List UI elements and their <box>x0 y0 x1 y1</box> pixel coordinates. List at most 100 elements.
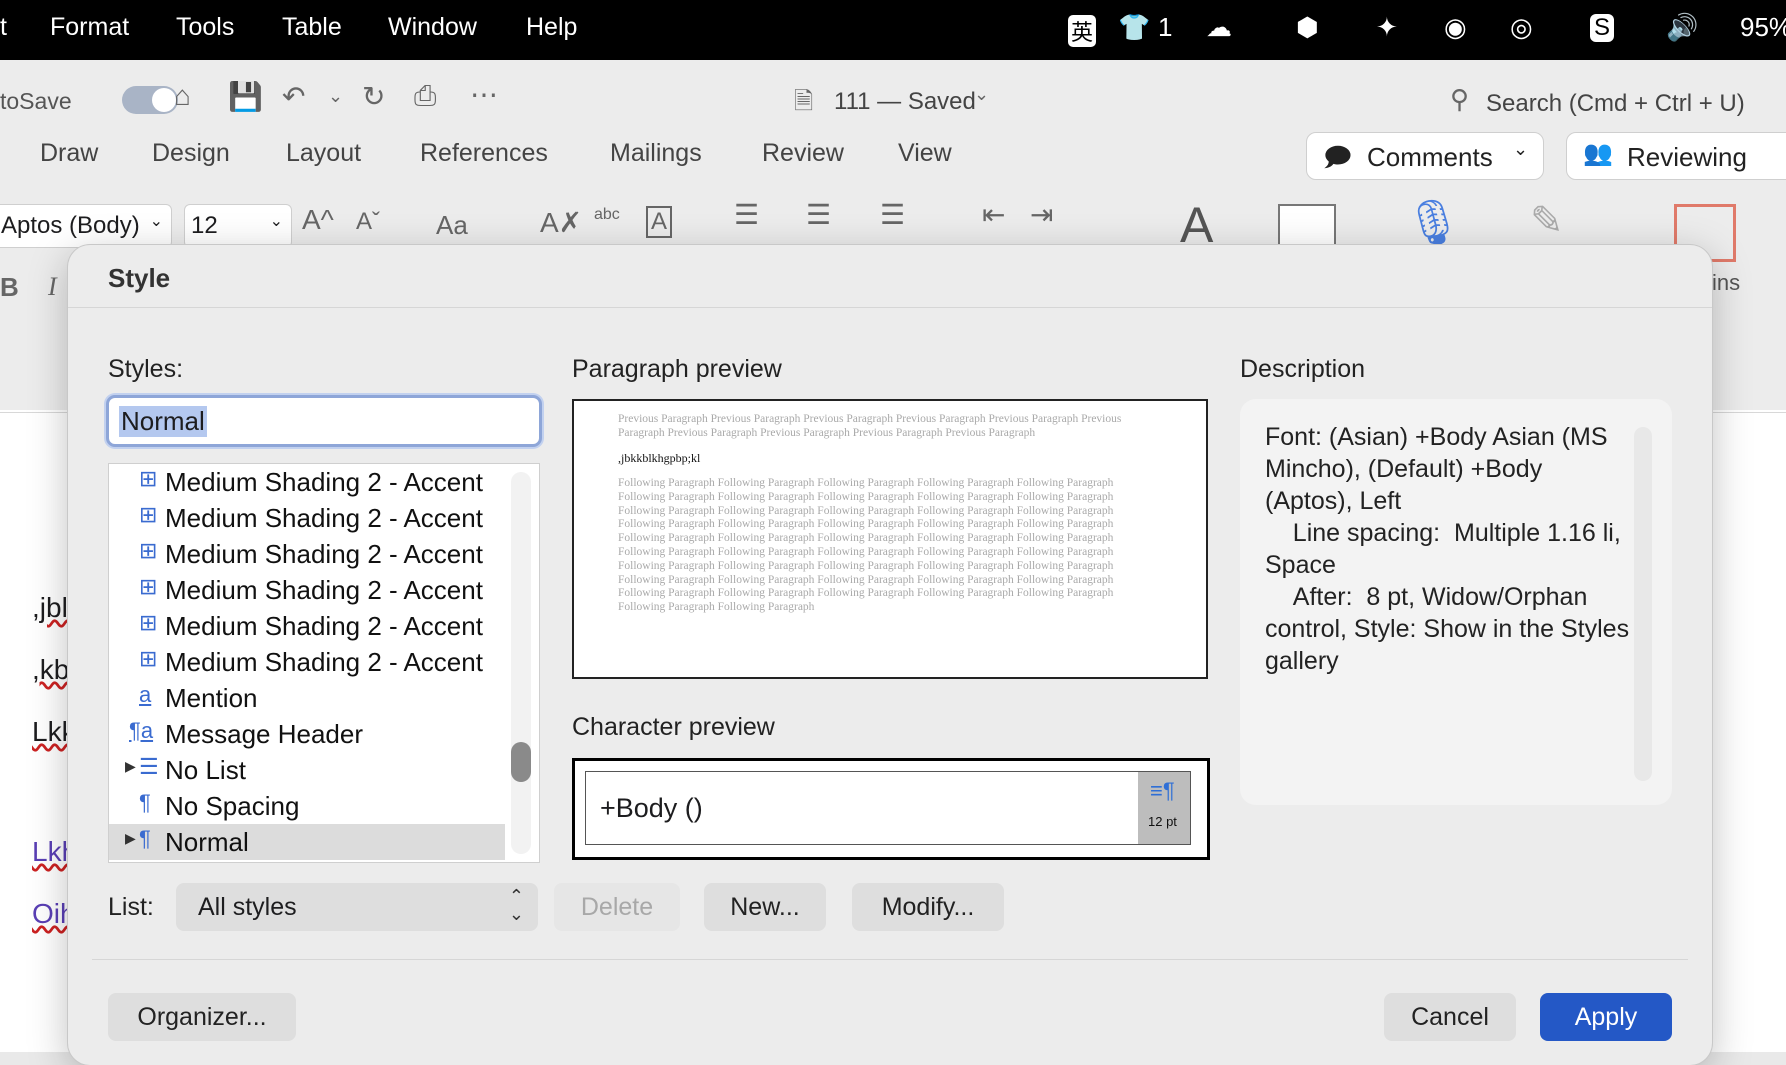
reviewing-button[interactable]: 👥 Reviewing <box>1566 132 1786 180</box>
menu-item-table[interactable]: Table <box>282 13 342 42</box>
menu-item-help[interactable]: Help <box>526 13 577 42</box>
list-item[interactable]: ⊞ Medium Shading 2 - Accent <box>109 572 505 608</box>
description-scrollbar[interactable] <box>1634 427 1652 781</box>
tab-design[interactable]: Design <box>152 139 230 168</box>
shirt-count: 1 <box>1158 12 1173 42</box>
decrease-indent-icon[interactable]: ⇤ <box>982 198 1005 231</box>
save-icon[interactable]: 💾 <box>228 80 263 113</box>
tab-review[interactable]: Review <box>762 139 844 168</box>
scrollbar-thumb[interactable] <box>511 742 531 782</box>
style-item-label: Mention <box>165 683 258 713</box>
clear-format-icon[interactable]: A✗ <box>540 206 582 239</box>
home-icon[interactable]: ⌂ <box>174 80 191 112</box>
input-method-icon[interactable]: 英 <box>1068 15 1097 47</box>
list-item[interactable]: ⊞ Medium Shading 2 - Accent <box>109 644 505 680</box>
chevron-down-icon[interactable]: ⌄ <box>328 86 343 107</box>
comments-label: Comments <box>1367 142 1493 172</box>
text-box-icon[interactable]: A <box>646 206 673 238</box>
s-app-icon[interactable]: S <box>1590 14 1615 42</box>
style-item-label: Medium Shading 2 - Accent <box>165 467 483 497</box>
table-style-icon: ⊞ <box>139 538 158 563</box>
chevron-down-icon: ⌄ <box>149 213 163 230</box>
undo-icon[interactable]: ↶ <box>282 80 305 113</box>
multilevel-list-icon[interactable]: ☰ <box>880 198 905 231</box>
comments-button[interactable]: 🗩 Comments ⌄ <box>1306 132 1544 180</box>
tab-view[interactable]: View <box>898 139 952 168</box>
list-item[interactable]: ⊞ Medium Shading 2 - Accent <box>109 464 505 500</box>
style-item-label: No List <box>165 755 246 785</box>
preview-following-text: Following Paragraph Following Paragraph … <box>618 477 1114 614</box>
editor-icon[interactable]: ✎ <box>1530 198 1564 244</box>
styles-list[interactable]: ⊞ Medium Shading 2 - Accent ⊞ Medium Shadi… <box>108 463 540 863</box>
bold-button[interactable]: B <box>0 272 19 303</box>
shirt-icon[interactable]: 👕 <box>1118 12 1150 43</box>
redo-icon[interactable]: ↻ <box>362 80 385 113</box>
volume-icon[interactable]: 🔊 <box>1666 12 1698 43</box>
list-item[interactable]: ⊞ Medium Shading 2 - Accent <box>109 608 505 644</box>
style-item-label: Medium Shading 2 - Accent <box>165 575 483 605</box>
sparkle-icon[interactable]: ✦ <box>1376 12 1398 43</box>
paragraph-style-icon: ¶ <box>139 826 151 851</box>
tab-references[interactable]: References <box>420 139 548 168</box>
styles-scrollbar[interactable] <box>511 472 531 854</box>
menu-item-window[interactable]: Window <box>388 13 477 42</box>
tab-mailings[interactable]: Mailings <box>610 139 702 168</box>
description-label: Description <box>1240 355 1366 383</box>
list-item[interactable]: a Mention <box>109 680 505 716</box>
font-grow-icon[interactable]: A^ <box>302 204 334 236</box>
increase-indent-icon[interactable]: ⇥ <box>1030 198 1053 231</box>
font-shrink-icon[interactable]: Aˇ <box>356 208 380 236</box>
new-button[interactable]: New... <box>704 883 826 931</box>
grammarly-icon[interactable]: ◉ <box>1444 12 1467 43</box>
tab-draw[interactable]: Draw <box>40 139 98 168</box>
paragraph-preview: Previous Paragraph Previous Paragraph Pr… <box>572 399 1208 679</box>
list-item[interactable]: ▶ ☰ No List <box>109 752 505 788</box>
cloud-icon[interactable]: ☁ <box>1206 12 1232 43</box>
disclosure-triangle-icon[interactable]: ▶ <box>125 830 136 847</box>
list-item[interactable]: ⊞ Medium Shading 2 - Accent <box>109 536 505 572</box>
description-text: Font: (Asian) +Body Asian (MS Mincho), (… <box>1265 423 1630 675</box>
font-size-select[interactable]: 12 ⌄ <box>184 204 292 248</box>
text-effects-abc[interactable]: abc <box>594 206 620 224</box>
autosave-toggle[interactable] <box>122 86 178 114</box>
table-style-icon: ⊞ <box>139 574 158 599</box>
list-item[interactable]: ⊞ Medium Shading 2 - Accent <box>109 500 505 536</box>
change-case-icon[interactable]: Aa <box>436 210 468 241</box>
menu-item-tools[interactable]: Tools <box>176 13 234 42</box>
search-icon: ⚲ <box>1450 84 1470 114</box>
chevron-down-icon[interactable]: ⌄ <box>974 84 989 105</box>
numbering-icon[interactable]: ☰ <box>806 198 831 231</box>
list-item-selected[interactable]: ▶ ¶ Normal <box>109 824 505 860</box>
style-name-input[interactable]: Normal <box>106 395 542 447</box>
chevron-down-icon: ⌄ <box>269 213 283 230</box>
autosave-label: toSave <box>0 88 72 114</box>
menu-item-partial[interactable]: t <box>0 13 7 42</box>
tab-layout[interactable]: Layout <box>286 139 361 168</box>
organizer-button[interactable]: Organizer... <box>108 993 296 1041</box>
menu-item-format[interactable]: Format <box>50 13 129 42</box>
modify-button[interactable]: Modify... <box>852 883 1004 931</box>
disclosure-triangle-icon[interactable]: ▶ <box>125 758 136 775</box>
character-preview-label: Character preview <box>572 713 775 741</box>
hexagon-icon[interactable]: ⬢ <box>1296 12 1319 43</box>
styles-label: Styles: <box>108 355 184 383</box>
reviewing-icon: 👥 <box>1583 140 1613 167</box>
document-title[interactable]: 111 — Saved <box>834 88 976 116</box>
list-item[interactable]: ¶ No Spacing <box>109 788 505 824</box>
dictate-icon[interactable]: 🎙 <box>1404 196 1462 251</box>
more-icon[interactable]: ⋯ <box>470 78 498 111</box>
airdrop-icon[interactable]: ◎ <box>1510 12 1533 43</box>
italic-button[interactable]: I <box>48 272 57 302</box>
bullets-icon[interactable]: ☰ <box>734 198 759 231</box>
apply-button[interactable]: Apply <box>1540 993 1672 1041</box>
list-item[interactable]: ¶a Message Header <box>109 716 505 752</box>
font-name-select[interactable]: Aptos (Body) ⌄ <box>0 204 172 248</box>
style-item-label: Message Header <box>165 719 363 749</box>
list-filter-select[interactable]: All styles ⌃ ⌄ <box>176 883 538 931</box>
print-icon[interactable]: ⎙ <box>414 80 436 113</box>
search-field[interactable]: Search (Cmd + Ctrl + U) <box>1486 90 1745 118</box>
font-size-badge: 12 pt <box>1148 814 1177 829</box>
cancel-button[interactable]: Cancel <box>1384 993 1516 1041</box>
style-item-label: Medium Shading 2 - Accent <box>165 503 483 533</box>
delete-button[interactable]: Delete <box>554 883 680 931</box>
